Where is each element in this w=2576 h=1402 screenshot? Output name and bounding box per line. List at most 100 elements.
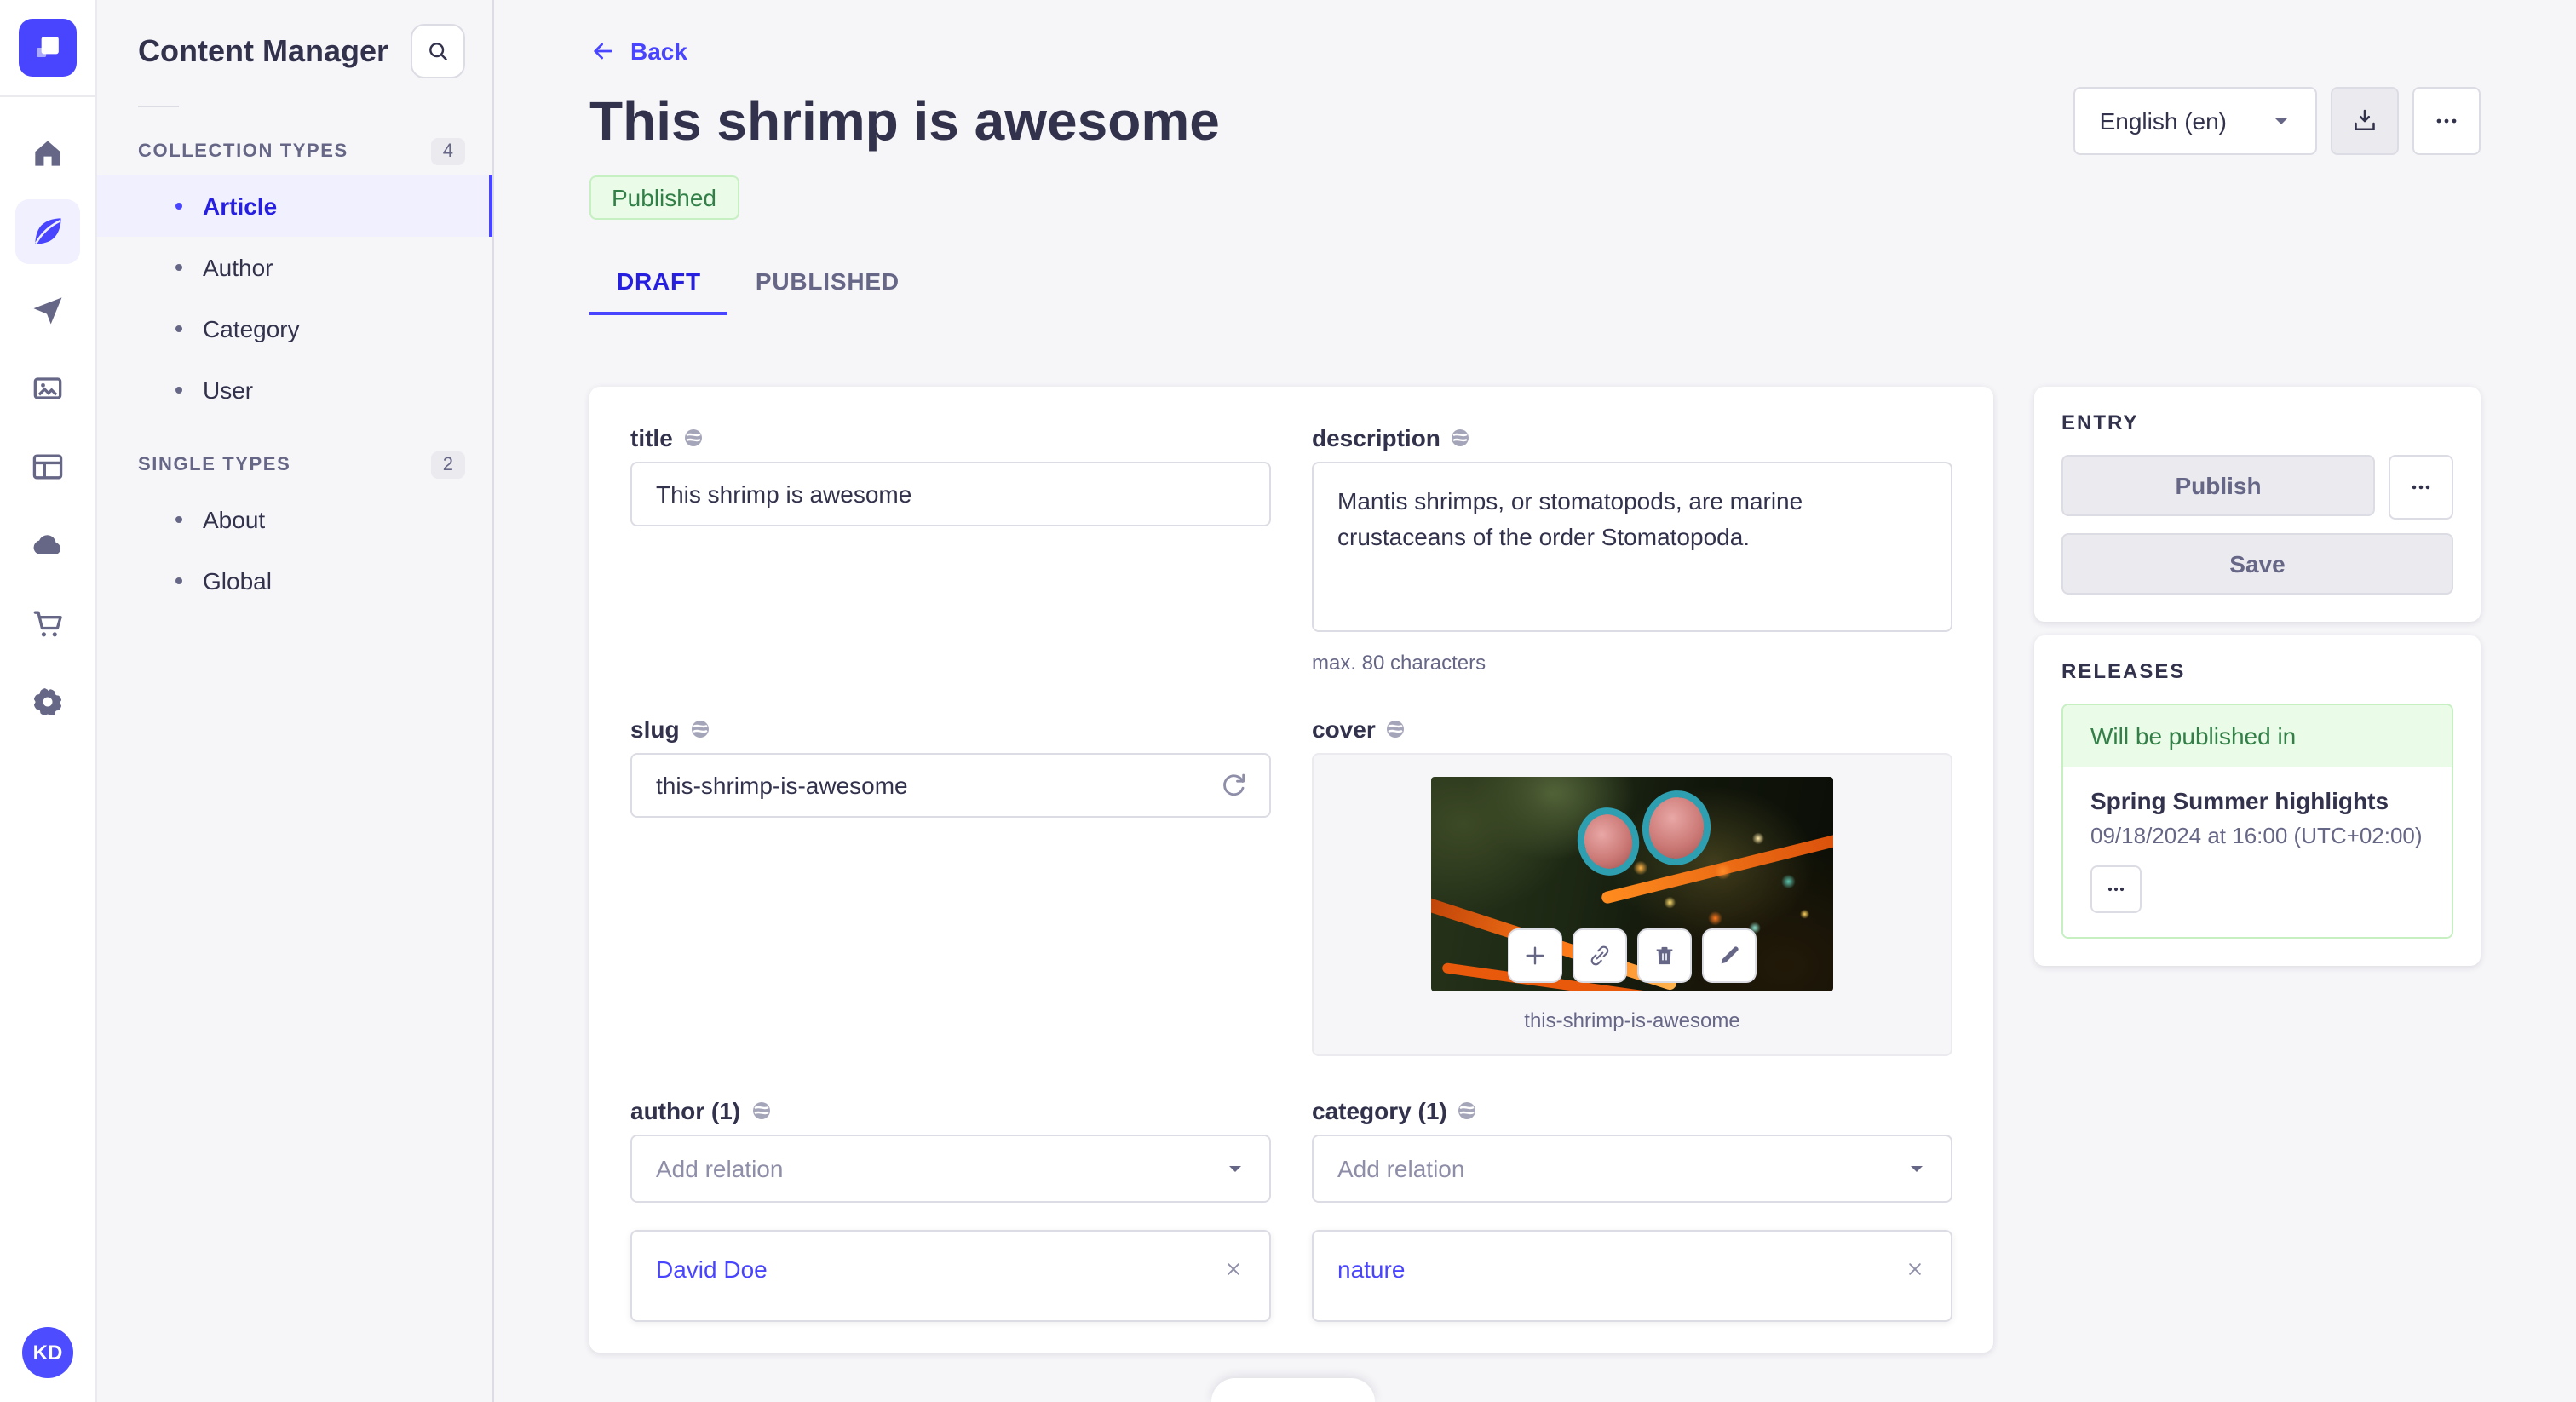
globe-icon: [1452, 429, 1469, 446]
logo-container: [0, 0, 95, 97]
deploy-cloud-icon[interactable]: [15, 513, 80, 577]
sidebar-item-author[interactable]: Author: [97, 237, 492, 298]
field-slug: slug: [630, 715, 1271, 1056]
strapi-logo-icon: [37, 37, 59, 57]
main-content: Back This shrimp is awesome English (en)…: [494, 0, 2576, 1402]
sidebar-item-about[interactable]: About: [97, 489, 492, 550]
tab-published[interactable]: PUBLISHED: [728, 254, 927, 315]
author-relation-select[interactable]: Add relation: [630, 1135, 1271, 1203]
plus-icon: [1526, 946, 1544, 965]
globe-icon: [752, 1102, 770, 1119]
cover-image[interactable]: [1431, 777, 1833, 991]
bullet-icon: [175, 325, 182, 332]
user-avatar[interactable]: KD: [22, 1327, 73, 1378]
title-field-label: title: [630, 424, 673, 451]
description-field-label: description: [1312, 424, 1440, 451]
media-library-icon[interactable]: [15, 356, 80, 421]
strapi-logo[interactable]: [19, 19, 77, 77]
globe-icon: [684, 429, 702, 446]
releases-panel: RELEASES Will be published in Spring Sum…: [2034, 635, 2481, 966]
category-relation-link[interactable]: nature: [1337, 1255, 1405, 1283]
export-button[interactable]: [2331, 87, 2399, 155]
cover-filename: this-shrimp-is-awesome: [1524, 1008, 1740, 1032]
field-author: author (1) Add relation David Doe: [630, 1097, 1271, 1322]
edit-media-button[interactable]: [1702, 928, 1757, 983]
rail-nav: [15, 121, 80, 734]
single-types-label: SINGLE TYPES: [138, 455, 291, 475]
delete-media-button[interactable]: [1637, 928, 1692, 983]
sidebar-item-label: User: [203, 376, 254, 404]
remove-relation-icon[interactable]: [1903, 1257, 1927, 1281]
entry-more-button[interactable]: [2389, 455, 2453, 520]
content-manager-subnav: Content Manager COLLECTION TYPES 4 Artic…: [97, 0, 494, 1402]
search-button[interactable]: [411, 24, 465, 78]
icon-rail: KD: [0, 0, 97, 1402]
marketplace-cart-icon[interactable]: [15, 591, 80, 656]
regenerate-slug-icon[interactable]: [1216, 768, 1251, 802]
publish-button[interactable]: Publish: [2061, 455, 2375, 516]
entry-panel-title: ENTRY: [2061, 411, 2139, 434]
single-types-list: About Global: [97, 489, 492, 612]
sidebar-item-user[interactable]: User: [97, 359, 492, 421]
release-status: Will be published in: [2063, 705, 2452, 767]
content-type-builder-icon[interactable]: [15, 434, 80, 499]
releases-icon[interactable]: [15, 278, 80, 342]
ellipsis-icon: [2412, 485, 2430, 490]
author-field-label: author (1): [630, 1097, 741, 1124]
author-relation-item: David Doe: [630, 1230, 1271, 1322]
ellipsis-icon: [2107, 887, 2125, 892]
author-relation-link[interactable]: David Doe: [656, 1255, 768, 1283]
release-name[interactable]: Spring Summer highlights: [2090, 787, 2424, 814]
category-relation-item: nature: [1312, 1230, 1952, 1322]
slug-input[interactable]: [630, 753, 1271, 818]
single-types-count-badge: 2: [430, 451, 465, 479]
sidebar-item-label: Article: [203, 192, 278, 220]
locale-value: English (en): [2099, 107, 2227, 135]
divider: [138, 106, 179, 107]
scroll-widget[interactable]: [1211, 1378, 1375, 1402]
status-badge: Published: [589, 175, 739, 220]
category-relation-select[interactable]: Add relation: [1312, 1135, 1952, 1203]
right-sidebar: ENTRY Publish Save RELEASES Will be publ…: [2034, 387, 2481, 966]
settings-gear-icon[interactable]: [15, 669, 80, 734]
back-link[interactable]: Back: [589, 37, 687, 65]
edit-form-card: title description Mantis shrimps, or sto…: [589, 387, 1993, 1353]
app-root: KD Content Manager COLLECTION TYPES 4 Ar…: [0, 0, 2576, 1402]
more-actions-button[interactable]: [2412, 87, 2481, 155]
author-select-placeholder: Add relation: [656, 1155, 784, 1182]
pencil-icon: [1721, 946, 1739, 964]
sidebar-item-label: Global: [203, 567, 272, 595]
add-media-button[interactable]: [1508, 928, 1562, 983]
cover-media-card: this-shrimp-is-awesome: [1312, 753, 1952, 1056]
field-cover: cover this-shrimp-is-awesome: [1312, 715, 1952, 1056]
tab-draft[interactable]: DRAFT: [589, 254, 729, 315]
globe-icon: [691, 721, 709, 738]
release-date: 09/18/2024 at 16:00 (UTC+02:00): [2090, 823, 2423, 848]
remove-relation-icon[interactable]: [1222, 1257, 1245, 1281]
bullet-icon: [175, 387, 182, 394]
content-manager-icon[interactable]: [15, 199, 80, 264]
sidebar-item-category[interactable]: Category: [97, 298, 492, 359]
title-input[interactable]: [630, 462, 1271, 526]
version-tabs: DRAFT PUBLISHED: [589, 254, 2481, 315]
locale-select[interactable]: English (en): [2073, 87, 2317, 155]
home-icon[interactable]: [15, 121, 80, 186]
bullet-icon: [175, 264, 182, 271]
field-description: description Mantis shrimps, or stomatopo…: [1312, 424, 1952, 675]
bullet-icon: [175, 577, 182, 584]
globe-icon: [1387, 721, 1405, 738]
link-icon: [1590, 945, 1609, 966]
sidebar-item-label: Author: [203, 254, 273, 281]
releases-panel-title: RELEASES: [2061, 659, 2186, 683]
release-more-button[interactable]: [2090, 865, 2142, 913]
sidebar-item-global[interactable]: Global: [97, 550, 492, 612]
globe-icon: [1458, 1102, 1476, 1119]
sidebar-item-article[interactable]: Article: [97, 175, 492, 237]
copy-link-button[interactable]: [1573, 928, 1627, 983]
download-icon: [2355, 109, 2375, 131]
save-button[interactable]: Save: [2061, 533, 2453, 595]
field-category: category (1) Add relation nature: [1312, 1097, 1952, 1322]
description-textarea[interactable]: Mantis shrimps, or stomatopods, are mari…: [1312, 462, 1952, 632]
bullet-icon: [175, 203, 182, 210]
entry-panel: ENTRY Publish Save: [2034, 387, 2481, 622]
